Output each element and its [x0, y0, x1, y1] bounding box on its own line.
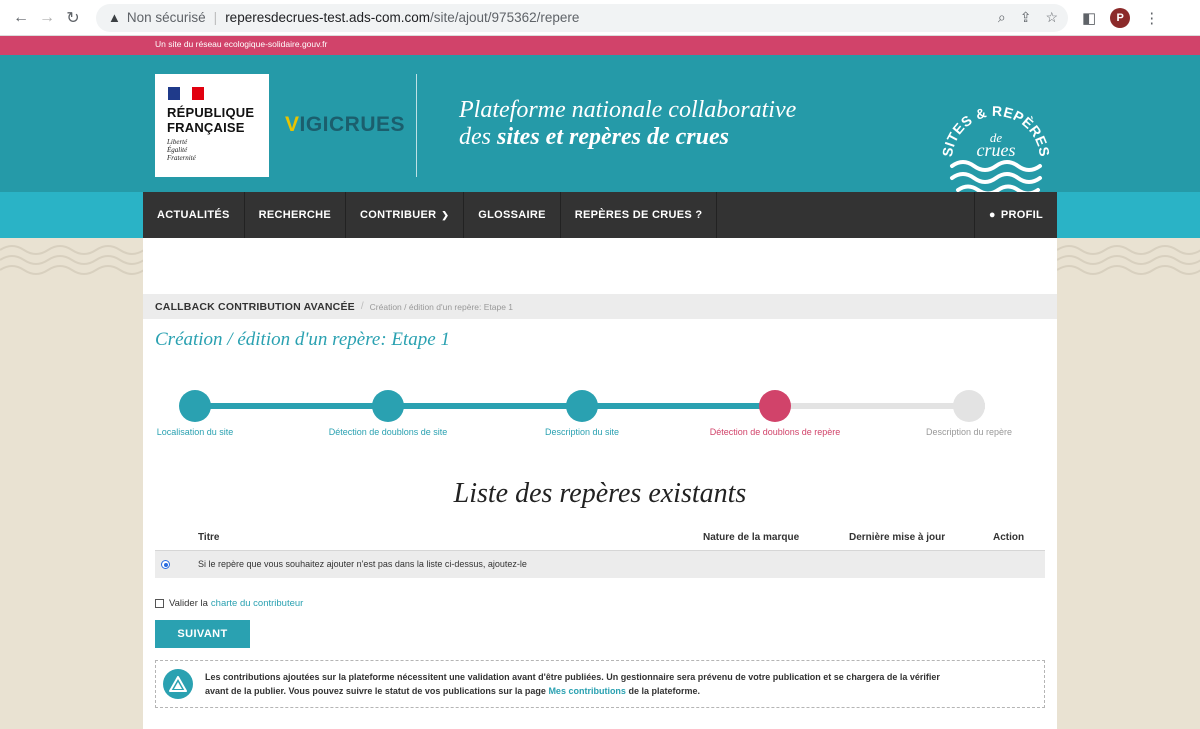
browser-toolbar: ← → ↻ ▲ Non sécurisé | reperesdecrues-te…: [0, 0, 1200, 36]
column-titre: Titre: [198, 532, 220, 543]
nav-recherche[interactable]: RECHERCHE: [245, 192, 347, 238]
step-label-5: Description du repère: [925, 427, 1013, 437]
step-label-1: Localisation du site: [156, 427, 234, 437]
url-host: reperesdecrues-test.ads-com.com: [225, 10, 431, 25]
browser-right-controls: ◧ P ⋮: [1082, 7, 1159, 28]
breadcrumb-separator: /: [360, 301, 364, 312]
marianne-flag-icon: [168, 87, 204, 100]
vigicrues-logo[interactable]: VIGICRUES: [285, 113, 405, 137]
next-button[interactable]: SUIVANT: [155, 620, 250, 648]
nav-glossaire[interactable]: GLOSSAIRE: [464, 192, 561, 238]
share-icon[interactable]: ⇪: [1020, 9, 1032, 26]
charter-link[interactable]: charte du contributeur: [211, 598, 303, 609]
main-nav: ACTUALITÉS RECHERCHE CONTRIBUER ❯ GLOSSAI…: [143, 192, 1057, 238]
republique-francaise-logo[interactable]: RÉPUBLIQUE FRANÇAISE Liberté Égalité Fra…: [155, 74, 269, 177]
address-bar-actions: ⌕ ⇪ ☆: [998, 9, 1058, 26]
address-separator: |: [213, 10, 218, 25]
bookmark-star-icon[interactable]: ☆: [1045, 9, 1058, 26]
list-title: Liste des repères existants: [453, 478, 747, 509]
back-arrow-icon[interactable]: ←: [8, 9, 34, 27]
charter-checkbox[interactable]: [155, 599, 164, 608]
site-tagline: Plateforme nationale collaborative des s…: [459, 97, 797, 150]
warning-triangle-icon: [163, 669, 193, 699]
column-nature: Nature de la marque: [703, 532, 800, 543]
sites-reperes-crues-badge[interactable]: SITES & REPÈRES de crues: [938, 98, 1054, 198]
decorative-waves-left: [0, 245, 143, 275]
charter-checkbox-row: Valider la charte du contributeur: [155, 598, 303, 609]
warning-icon[interactable]: ▲: [108, 10, 121, 25]
republic-motto: Liberté Égalité Fraternité: [167, 138, 196, 162]
mes-contributions-link[interactable]: Mes contributions: [548, 686, 626, 696]
breadcrumb: CALLBACK CONTRIBUTION AVANCÉE / Création…: [143, 294, 1057, 319]
add-new-radio[interactable]: [161, 560, 170, 569]
step-label-3: Description du site: [544, 427, 620, 437]
breadcrumb-root[interactable]: CALLBACK CONTRIBUTION AVANCÉE: [155, 301, 355, 313]
step-label-4: Détection de doublons de repère: [709, 427, 841, 437]
table-row[interactable]: Si le repère que vous souhaitez ajouter …: [155, 550, 1045, 578]
step-dot-3[interactable]: [566, 390, 598, 422]
zoom-icon[interactable]: ⌕: [998, 9, 1006, 26]
column-action: Action: [993, 532, 1025, 543]
chevron-down-icon: ❯: [441, 209, 450, 220]
progress-stepper: Localisation du site Détection de doublo…: [143, 388, 1057, 448]
side-panel-icon[interactable]: ◧: [1082, 9, 1096, 27]
step-dot-1[interactable]: [179, 390, 211, 422]
main-content: CALLBACK CONTRIBUTION AVANCÉE / Création…: [143, 238, 1057, 729]
security-label: Non sécurisé: [126, 10, 206, 25]
page-title: Création / édition d'un repère: Etape 1: [155, 329, 450, 350]
nav-actualites[interactable]: ACTUALITÉS: [143, 192, 245, 238]
rf-line2: FRANÇAISE: [167, 120, 245, 135]
existing-marks-table: Titre Nature de la marque Dernière mise …: [155, 526, 1045, 578]
validation-notice: Les contributions ajoutées sur la platef…: [155, 660, 1045, 708]
notice-text: Les contributions ajoutées sur la platef…: [205, 672, 940, 696]
table-row-text: Si le repère que vous souhaitez ajouter …: [198, 559, 527, 569]
rf-line1: RÉPUBLIQUE: [167, 105, 255, 120]
reload-icon[interactable]: ↻: [60, 8, 86, 28]
nav-profil[interactable]: ● PROFIL: [973, 192, 1057, 238]
table-header: Titre Nature de la marque Dernière mise …: [155, 526, 1045, 550]
network-link[interactable]: Un site du réseau ecologique-solidaire.g…: [155, 39, 327, 49]
stepper-track-done: [195, 403, 775, 409]
nav-reperes-de-crues[interactable]: REPÈRES DE CRUES ?: [561, 192, 718, 238]
nav-contribuer[interactable]: CONTRIBUER ❯: [346, 192, 465, 238]
url-path: /site/ajout/975362/repere: [430, 10, 580, 25]
charter-label: Valider la: [169, 598, 208, 609]
svg-text:crues: crues: [977, 140, 1016, 160]
step-dot-5: [953, 390, 985, 422]
network-bar: Un site du réseau ecologique-solidaire.g…: [0, 36, 1200, 55]
menu-dots-icon[interactable]: ⋮: [1144, 9, 1159, 27]
step-dot-2[interactable]: [372, 390, 404, 422]
header-divider: [416, 74, 417, 177]
profile-avatar[interactable]: P: [1110, 7, 1131, 28]
step-label-2: Détection de doublons de site: [328, 427, 448, 437]
address-bar[interactable]: ▲ Non sécurisé | reperesdecrues-test.ads…: [96, 3, 1068, 32]
decorative-waves-right: [1057, 245, 1200, 275]
breadcrumb-current: Création / édition d'un repère: Etape 1: [369, 301, 514, 312]
user-icon: ●: [988, 209, 996, 221]
forward-arrow-icon[interactable]: →: [34, 9, 60, 27]
column-derniere-maj: Dernière mise à jour: [849, 532, 946, 543]
step-dot-4[interactable]: [759, 390, 791, 422]
